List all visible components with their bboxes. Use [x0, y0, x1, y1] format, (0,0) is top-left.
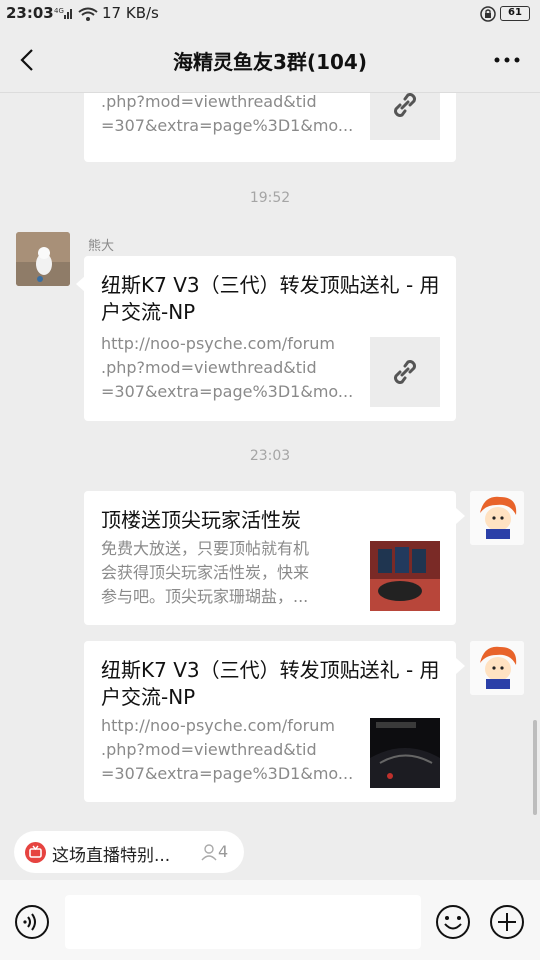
- battery-icon: 61: [500, 6, 530, 21]
- avatar[interactable]: [16, 232, 70, 286]
- card-title: 纽斯K7 V3（三代）转发顶贴送礼 - 用户交流-NP: [101, 658, 440, 709]
- viewer-count: 4: [218, 842, 229, 861]
- card-description: 免费大放送，只要顶帖就有机 会获得顶尖玩家活性炭，快来 参与吧。顶尖玩家珊瑚盐，…: [101, 539, 310, 606]
- signal-icon: 4G: [54, 5, 74, 24]
- message-input[interactable]: [65, 895, 421, 949]
- rotation-lock-icon: [480, 6, 496, 26]
- status-time: 23:03: [6, 4, 54, 22]
- avatar[interactable]: [470, 491, 524, 545]
- link-card[interactable]: 顶楼送顶尖玩家活性炭 免费大放送，只要顶帖就有机 会获得顶尖玩家活性炭，快来 参…: [84, 491, 456, 625]
- card-description: http://noo-psyche.com/forum .php?mod=vie…: [101, 334, 354, 401]
- message-list[interactable]: .php?mod=viewthread&tid =307&extra=page%…: [0, 93, 540, 818]
- emoji-button[interactable]: [435, 904, 471, 940]
- timestamp: 19:52: [249, 190, 291, 206]
- link-card[interactable]: 纽斯K7 V3（三代）转发顶贴送礼 - 用户交流-NP http://noo-p…: [84, 641, 456, 802]
- live-stream-chip[interactable]: 这场直播特别... 4: [14, 831, 244, 873]
- network-speed: 17 KB/s: [102, 4, 159, 22]
- input-bar: [0, 880, 540, 960]
- link-icon: [370, 337, 440, 407]
- product-image: [370, 541, 440, 611]
- more-options-button[interactable]: [492, 48, 522, 72]
- avatar[interactable]: [470, 641, 524, 695]
- more-actions-button[interactable]: [489, 904, 525, 940]
- live-tv-icon: [25, 842, 46, 863]
- card-title: 顶楼送顶尖玩家活性炭: [101, 508, 301, 532]
- timestamp: 23:03: [249, 448, 291, 464]
- chat-title: 海精灵鱼友3群(104): [173, 50, 367, 74]
- sender-name: 熊大: [88, 239, 115, 254]
- card-description: .php?mod=viewthread&tid =307&extra=page%…: [101, 93, 354, 135]
- live-stream-title: 这场直播特别...: [52, 846, 171, 866]
- voice-input-button[interactable]: [14, 904, 50, 940]
- link-card[interactable]: .php?mod=viewthread&tid =307&extra=page%…: [84, 93, 456, 162]
- wifi-icon: [78, 6, 98, 25]
- status-bar: 23:03 4G 17 KB/s 61: [0, 0, 540, 28]
- link-icon: [370, 93, 440, 140]
- card-description: http://noo-psyche.com/forum .php?mod=vie…: [101, 716, 354, 783]
- game-image: [370, 718, 440, 788]
- link-card[interactable]: 纽斯K7 V3（三代）转发顶贴送礼 - 用户交流-NP http://noo-p…: [84, 256, 456, 421]
- chat-header: 海精灵鱼友3群(104): [0, 28, 540, 93]
- bubble-tail: [456, 508, 465, 524]
- bubble-tail: [456, 658, 465, 674]
- card-title: 纽斯K7 V3（三代）转发顶贴送礼 - 用户交流-NP: [101, 273, 440, 324]
- scrollbar[interactable]: [533, 720, 537, 815]
- person-icon: [200, 843, 218, 865]
- svg-text:4G: 4G: [54, 7, 64, 15]
